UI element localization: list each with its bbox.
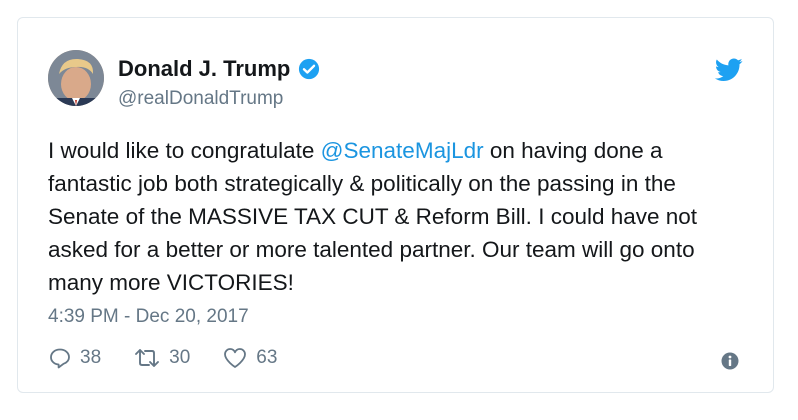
- author-handle[interactable]: @realDonaldTrump: [118, 88, 283, 110]
- retweet-count: 30: [169, 347, 191, 368]
- reply-button[interactable]: 38: [48, 346, 101, 370]
- twitter-bird-icon[interactable]: [715, 58, 743, 82]
- tweet-timestamp[interactable]: 4:39 PM - Dec 20, 2017: [48, 306, 249, 328]
- verified-badge-icon: [299, 58, 320, 80]
- reply-count: 38: [80, 347, 102, 368]
- author-display-name[interactable]: Donald J. Trump: [118, 56, 290, 82]
- retweet-icon: [135, 349, 160, 367]
- mention-link[interactable]: @SenateMajLdr: [321, 138, 484, 163]
- avatar-photo-icon: [48, 50, 104, 106]
- retweet-button[interactable]: 30: [133, 346, 190, 370]
- like-button[interactable]: 63: [222, 346, 277, 370]
- heart-icon: [224, 348, 247, 368]
- tweet-text: I would like to congratulate @SenateMajL…: [48, 134, 748, 299]
- author-name-row: Donald J. Trump: [118, 56, 320, 82]
- info-icon[interactable]: [721, 352, 739, 370]
- like-count: 63: [256, 347, 278, 368]
- tweet-text-part: I would like to congratulate: [48, 138, 321, 163]
- author-avatar[interactable]: [48, 50, 104, 106]
- tweet-actions: 38 30 63: [48, 346, 309, 370]
- tweet-card: Donald J. Trump @realDonaldTrump I would…: [17, 17, 774, 393]
- reply-icon: [50, 348, 70, 369]
